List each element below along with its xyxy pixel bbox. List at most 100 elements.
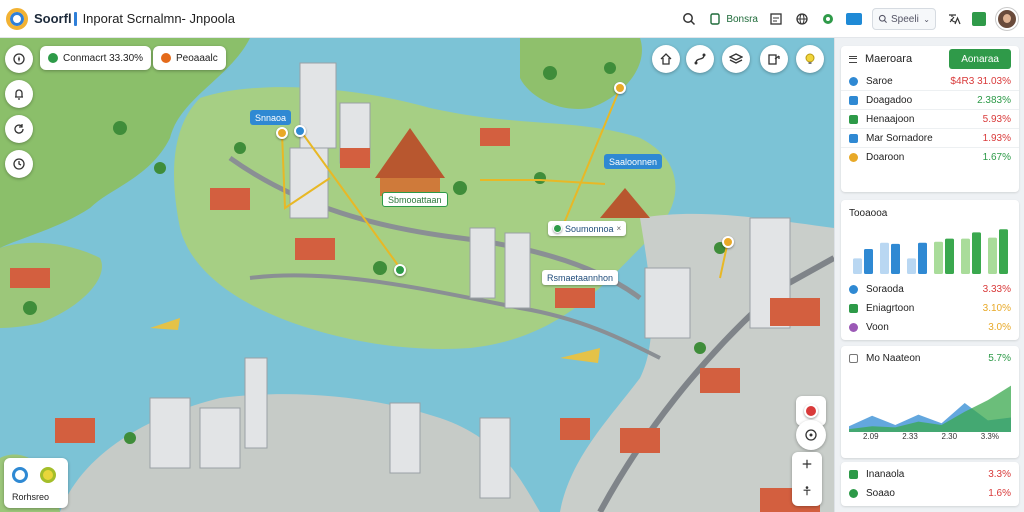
app-logo[interactable] xyxy=(6,7,28,30)
footer-label: Soaao xyxy=(866,488,895,499)
bookmark-icon[interactable] xyxy=(768,11,784,27)
connection-chip[interactable]: Conmacrt 33.30% xyxy=(40,46,152,70)
primary-action-button[interactable]: Aonaraa xyxy=(949,49,1011,69)
kpi-label: Henaajoon xyxy=(866,113,915,125)
bar[interactable] xyxy=(907,258,916,274)
bell-icon[interactable] xyxy=(5,80,33,108)
line-chart-header: Mo Naateon 5.7% xyxy=(841,346,1019,370)
bar[interactable] xyxy=(918,242,927,274)
brand-accent xyxy=(73,11,77,26)
kpi-row[interactable]: Mar Sornadore 1.93% xyxy=(841,129,1019,148)
footer-row[interactable]: Soaao 1.6% xyxy=(841,484,1019,503)
map-pin[interactable] xyxy=(276,127,288,139)
bar[interactable] xyxy=(934,241,943,274)
search-icon[interactable] xyxy=(681,11,697,27)
user-avatar[interactable] xyxy=(996,8,1018,30)
places-chip[interactable]: Peoaaalc xyxy=(153,46,226,70)
map-label-rsmaetaannhon[interactable]: Rsmaetaannhon xyxy=(542,270,619,285)
settings-icon[interactable] xyxy=(820,11,836,27)
legend-row[interactable]: Voon 3.0% xyxy=(841,318,1019,337)
bar[interactable] xyxy=(945,238,954,274)
map-pin[interactable] xyxy=(614,82,626,94)
places-status-dot xyxy=(161,53,171,63)
search-field[interactable]: Speeli ⌄ xyxy=(872,8,936,30)
share-icon[interactable] xyxy=(760,45,788,73)
map-pin[interactable] xyxy=(722,236,734,248)
kpi-row[interactable]: Henaajoon 5.93% xyxy=(841,110,1019,129)
bottom-card[interactable]: Rorhsreo xyxy=(4,458,68,508)
recenter-icon[interactable] xyxy=(796,420,826,450)
menu-icon[interactable] xyxy=(849,55,857,63)
map-pin[interactable] xyxy=(294,125,306,137)
translate-icon[interactable] xyxy=(946,11,962,27)
zoom-in-icon[interactable] xyxy=(801,458,813,473)
compass-icon[interactable] xyxy=(5,45,33,73)
kpi-label: Doagadoo xyxy=(866,94,913,106)
kpi-row[interactable]: Saroe $4R3 31.03% xyxy=(841,72,1019,91)
metrics-header: Maeroara Aonaraa xyxy=(841,46,1019,72)
map-pin[interactable] xyxy=(394,264,406,276)
x-tick-label: 3.3% xyxy=(980,432,999,441)
bottom-card-label: Rorhsreo xyxy=(12,492,50,502)
legend-label: Eniagrtoon xyxy=(866,303,915,314)
area-chart xyxy=(849,385,1011,432)
bar-chart xyxy=(853,229,1008,274)
route-icon[interactable] xyxy=(686,45,714,73)
area-chart-x-axis: 2.09 2.33 2.30 3.3% xyxy=(841,432,1019,441)
kpi-label: Mar Sornadore xyxy=(866,132,933,144)
kpi-value: 2.383% xyxy=(977,94,1011,106)
map-label-soumonnoa[interactable]: Soumonnoa × xyxy=(548,221,627,236)
alert-icon[interactable] xyxy=(804,404,818,418)
lightbulb-icon[interactable] xyxy=(796,45,824,73)
connection-status-dot xyxy=(48,53,58,63)
display-toggle[interactable] xyxy=(846,13,862,25)
bar[interactable] xyxy=(988,237,997,274)
map-label-text: Rsmaetaannhon xyxy=(547,272,614,283)
map-label-text: Saaloonnen xyxy=(609,156,658,167)
map-canvas xyxy=(0,38,834,512)
footer-label: Inanaola xyxy=(866,469,905,480)
bar[interactable] xyxy=(891,243,900,274)
footer-card: Inanaola 3.3% Soaao 1.6% xyxy=(841,462,1019,506)
footer-value: 1.6% xyxy=(988,488,1011,499)
top-bar: Soorfl Inporat Scrnalmn- Jnpoola Bonsra … xyxy=(0,0,1024,38)
legend-row[interactable]: Soraoda 3.33% xyxy=(841,280,1019,299)
bar[interactable] xyxy=(999,229,1008,274)
bar[interactable] xyxy=(880,242,889,274)
map-label-sbmooattaan[interactable]: Sbmooattaan xyxy=(382,192,448,207)
bar[interactable] xyxy=(972,232,981,274)
close-icon[interactable]: × xyxy=(617,224,622,233)
layers-icon[interactable] xyxy=(722,45,750,73)
bar[interactable] xyxy=(853,258,862,274)
legend-row[interactable]: Eniagrtoon 3.10% xyxy=(841,299,1019,318)
globe-icon[interactable] xyxy=(794,11,810,27)
legend-value: 3.0% xyxy=(988,322,1011,333)
bonsra-label: Bonsra xyxy=(726,13,758,25)
kpi-icon xyxy=(849,76,858,86)
list-icon[interactable] xyxy=(972,12,986,26)
legend-icon xyxy=(849,304,858,313)
accessibility-icon[interactable] xyxy=(801,485,813,500)
map-label-snnaoa[interactable]: Snnaoa xyxy=(250,110,292,125)
bar[interactable] xyxy=(961,238,970,274)
refresh-icon[interactable] xyxy=(5,115,33,143)
kpi-row[interactable]: Doagadoo 2.383% xyxy=(841,91,1019,110)
bar-chart-title: Tooaooa xyxy=(849,208,888,219)
status-icon xyxy=(849,489,858,498)
bonsra-link[interactable]: Bonsra xyxy=(707,11,758,27)
history-icon[interactable] xyxy=(5,150,33,178)
kpi-row[interactable]: Doaroon 1.67% xyxy=(841,148,1019,167)
chart-icon xyxy=(849,353,858,363)
kpi-icon xyxy=(849,133,858,143)
map-label-saaloonnen[interactable]: Saaloonnen xyxy=(604,154,663,169)
brand-name: Soorfl xyxy=(34,11,72,26)
footer-row[interactable]: Inanaola 3.3% xyxy=(841,465,1019,484)
line-chart-value: 5.7% xyxy=(988,352,1011,364)
bar[interactable] xyxy=(864,249,873,274)
legend-value: 3.33% xyxy=(982,284,1011,295)
map-view[interactable]: Conmacrt 33.30% Peoaaalc Snnaoa Sbmooatt… xyxy=(0,38,834,512)
home-icon[interactable] xyxy=(652,45,680,73)
kpi-label: Doaroon xyxy=(866,152,905,163)
right-panel: Maeroara Aonaraa Saroe $4R3 31.03% Doaga… xyxy=(834,38,1024,512)
search-placeholder: Speeli xyxy=(891,13,919,25)
